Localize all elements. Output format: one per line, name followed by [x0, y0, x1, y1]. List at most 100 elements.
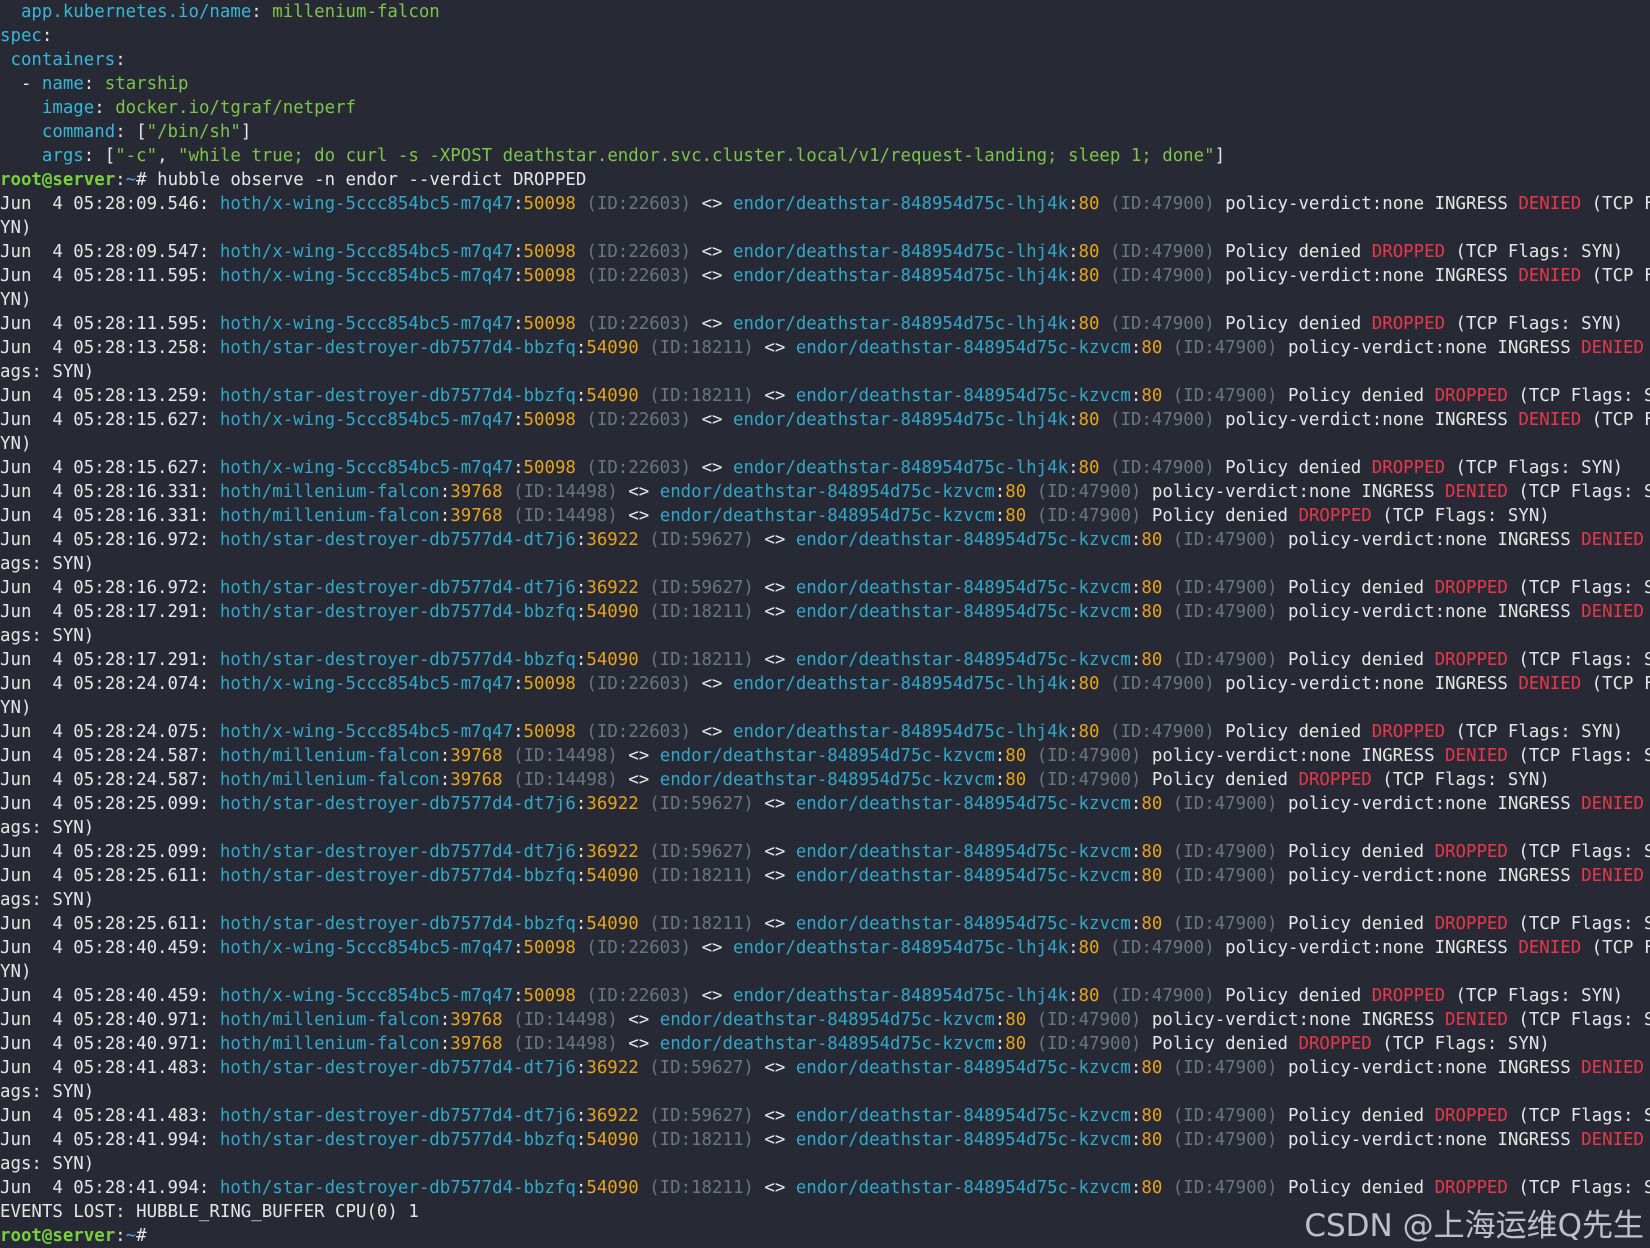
flow-event-line: Jun 4 05:28:17.291: hoth/star-destroyer-… — [0, 600, 1650, 624]
verdict-label: DENIED — [1445, 482, 1508, 502]
source-pod: hoth/star-destroyer-db7577d4-dt7j6 — [219, 578, 576, 598]
destination-pod: endor/deathstar-848954d75c-lhj4k — [733, 194, 1069, 214]
destination-identity: (ID:47900) — [1172, 1106, 1278, 1126]
source-port: 50098 — [523, 938, 576, 958]
terminal-window[interactable]: app.kubernetes.io/name: millenium-falcon… — [0, 0, 1650, 1248]
destination-identity: (ID:47900) — [1109, 410, 1215, 430]
source-port: 50098 — [523, 986, 576, 1006]
destination-pod: endor/deathstar-848954d75c-lhj4k — [733, 458, 1069, 478]
event-summary: policy-verdict:none INGRESS — [1287, 530, 1582, 550]
flow-event-line: Jun 4 05:28:25.099: hoth/star-destroyer-… — [0, 792, 1650, 816]
source-pod: hoth/x-wing-5ccc854bc5-m7q47 — [219, 722, 514, 742]
wrapped-text: YN) — [0, 434, 32, 454]
source-pod: hoth/star-destroyer-db7577d4-bbzfq — [219, 866, 576, 886]
tcp-flags: (TCP Flags: S — [1591, 194, 1650, 214]
flow-arrow: <> — [764, 1130, 786, 1150]
flow-event-line: Jun 4 05:28:41.483: hoth/star-destroyer-… — [0, 1056, 1650, 1080]
verdict-label: DENIED — [1581, 1058, 1644, 1078]
yaml-key: app.kubernetes.io/name — [20, 2, 252, 22]
source-port: 54090 — [586, 914, 639, 934]
source-port: 50098 — [523, 410, 576, 430]
flow-arrow: <> — [764, 1178, 786, 1198]
source-port: 50098 — [523, 314, 576, 334]
wrapped-line-continuation: YN) — [0, 216, 1650, 240]
verdict-label: DROPPED — [1371, 314, 1446, 334]
verdict-label: DENIED — [1581, 1130, 1644, 1150]
tcp-flags: (TCP Flags: SYN) — [1518, 650, 1650, 670]
event-timestamp: Jun 4 05:28:17.291: — [0, 650, 210, 670]
yaml-value: docker.io/tgraf/netperf — [115, 98, 357, 118]
verdict-label: DENIED — [1518, 674, 1582, 694]
source-identity: (ID:18211) — [649, 1178, 754, 1198]
flow-event-line: Jun 4 05:28:11.595: hoth/x-wing-5ccc854b… — [0, 314, 1624, 334]
source-identity: (ID:22603) — [586, 722, 692, 742]
source-pod: hoth/millenium-falcon — [219, 1010, 440, 1030]
verdict-label: DROPPED — [1298, 1034, 1372, 1054]
source-pod: hoth/x-wing-5ccc854bc5-m7q47 — [219, 986, 514, 1006]
verdict-label: DENIED — [1518, 266, 1582, 286]
verdict-label: DENIED — [1445, 1010, 1508, 1030]
source-identity: (ID:22603) — [586, 410, 692, 430]
destination-port: 80 — [1078, 266, 1100, 286]
yaml-args-line: args: ["-c", "while true; do curl -s -XP… — [41, 146, 1226, 166]
source-port: 39768 — [450, 770, 503, 790]
source-pod: hoth/x-wing-5ccc854bc5-m7q47 — [219, 938, 514, 958]
source-pod: hoth/millenium-falcon — [219, 1034, 440, 1054]
tcp-flags: (TCP Flags: S — [1591, 410, 1650, 430]
event-summary: Policy denied — [1151, 770, 1299, 790]
destination-port: 80 — [1141, 1178, 1163, 1198]
destination-pod: endor/deathstar-848954d75c-kzvcm — [659, 482, 995, 502]
flow-event-line: Jun 4 05:28:09.546: hoth/x-wing-5ccc854b… — [0, 192, 1650, 216]
source-identity: (ID:18211) — [649, 914, 754, 934]
verdict-label: DENIED — [1518, 938, 1582, 958]
yaml-key: image — [41, 98, 95, 118]
yaml-spec-line: spec: — [0, 26, 53, 46]
verdict-label: DENIED — [1581, 338, 1644, 358]
flow-event-line: Jun 4 05:28:40.971: hoth/millenium-falco… — [0, 1034, 1550, 1054]
event-timestamp: Jun 4 05:28:24.075: — [0, 722, 210, 742]
destination-port: 80 — [1078, 194, 1100, 214]
source-port: 50098 — [523, 194, 576, 214]
wrapped-line-continuation: ags: SYN) — [0, 552, 1650, 576]
destination-identity: (ID:47900) — [1036, 482, 1142, 502]
source-port: 36922 — [586, 578, 639, 598]
event-summary: Policy denied — [1225, 458, 1372, 478]
destination-identity: (ID:47900) — [1172, 530, 1278, 550]
event-timestamp: Jun 4 05:28:15.627: — [0, 410, 210, 430]
source-pod: hoth/millenium-falcon — [219, 770, 440, 790]
destination-identity: (ID:47900) — [1172, 1058, 1278, 1078]
verdict-label: DENIED — [1581, 794, 1644, 814]
destination-port: 80 — [1078, 722, 1100, 742]
flow-event-line: Jun 4 05:28:24.587: hoth/millenium-falco… — [0, 744, 1650, 768]
source-identity: (ID:22603) — [586, 986, 692, 1006]
wrapped-line-continuation: ags: SYN) — [0, 360, 1650, 384]
source-pod: hoth/x-wing-5ccc854bc5-m7q47 — [219, 242, 514, 262]
wrapped-text: ags: SYN) — [0, 626, 95, 646]
event-timestamp: Jun 4 05:28:41.994: — [0, 1130, 210, 1150]
source-pod: hoth/star-destroyer-db7577d4-bbzfq — [219, 914, 576, 934]
source-pod: hoth/x-wing-5ccc854bc5-m7q47 — [219, 458, 514, 478]
event-summary: Policy denied — [1287, 578, 1435, 598]
source-pod: hoth/star-destroyer-db7577d4-bbzfq — [219, 650, 576, 670]
prompt-user: root@server — [0, 1226, 116, 1246]
tcp-flags: (TCP Flags: SYN) — [1371, 1034, 1550, 1054]
event-summary: Policy denied — [1287, 650, 1435, 670]
destination-pod: endor/deathstar-848954d75c-lhj4k — [733, 938, 1069, 958]
flow-arrow: <> — [701, 674, 723, 694]
tcp-flags: (TCP Fl — [1644, 1058, 1650, 1078]
destination-identity: (ID:47900) — [1109, 242, 1215, 262]
destination-port: 80 — [1078, 938, 1100, 958]
destination-identity: (ID:47900) — [1172, 386, 1278, 406]
verdict-label: DROPPED — [1371, 458, 1446, 478]
destination-identity: (ID:47900) — [1036, 770, 1142, 790]
flow-arrow: <> — [764, 914, 786, 934]
destination-identity: (ID:47900) — [1172, 338, 1278, 358]
event-timestamp: Jun 4 05:28:40.971: — [0, 1034, 210, 1054]
verdict-label: DROPPED — [1298, 770, 1372, 790]
source-identity: (ID:22603) — [586, 458, 692, 478]
source-identity: (ID:18211) — [649, 1130, 754, 1150]
flow-arrow: <> — [701, 938, 723, 958]
destination-pod: endor/deathstar-848954d75c-kzvcm — [795, 1178, 1131, 1198]
event-summary: Policy denied — [1287, 842, 1435, 862]
prompt-path: ~ — [125, 170, 137, 190]
